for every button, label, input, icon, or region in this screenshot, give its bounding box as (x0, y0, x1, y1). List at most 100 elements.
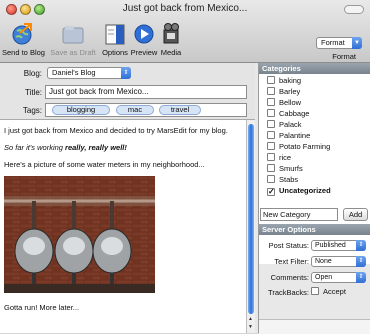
category-item[interactable]: rice (267, 153, 291, 163)
post-status-value: Published (315, 242, 346, 249)
checkbox-icon[interactable] (267, 142, 275, 150)
checkbox-icon[interactable] (267, 109, 275, 117)
editor-window: Just got back from Mexico... Send to Blo… (0, 0, 370, 334)
category-item[interactable]: Smurfs (267, 164, 303, 174)
trackbacks-option[interactable]: Accept (311, 287, 346, 296)
checkbox-icon[interactable] (267, 153, 275, 161)
category-item[interactable]: Bellow (267, 98, 301, 108)
comments-value: Open (315, 274, 333, 281)
tag-token[interactable]: mac (116, 105, 154, 115)
checkbox-icon[interactable] (267, 76, 275, 84)
category-label: rice (279, 153, 292, 162)
format-select-value: Format (321, 38, 345, 47)
water-meters-photo (4, 176, 155, 293)
scroll-up-icon[interactable]: ▲ (248, 316, 253, 322)
body-emphasis: really, really well! (65, 143, 127, 152)
text-filter-label: Text Filter: (274, 257, 309, 266)
toolbar-toggle-button[interactable] (344, 5, 364, 14)
title-label: Title: (24, 88, 42, 97)
media-film-icon (158, 22, 184, 46)
post-status-select[interactable]: Published ⇕ (311, 240, 366, 251)
checkbox-icon[interactable] (267, 175, 275, 183)
category-item[interactable]: Stabs (267, 175, 298, 185)
trackbacks-label: TrackBacks: (268, 288, 309, 297)
category-item[interactable]: ✓ Uncategorized (267, 186, 331, 196)
tags-field[interactable]: blogging mac travel (45, 103, 247, 117)
body-paragraph: So far it's working really, really well! (4, 143, 127, 152)
blog-select[interactable]: Daniel's Blog ⇕ (47, 67, 131, 79)
post-metadata: Blog: Daniel's Blog ⇕ Title: Just got ba… (0, 63, 255, 120)
options-button[interactable]: Options (100, 22, 130, 62)
options-panel-icon (102, 22, 128, 46)
post-status-label: Post Status: (268, 241, 309, 250)
chevron-down-icon: ▼ (352, 37, 362, 49)
checkbox-icon[interactable] (311, 287, 319, 295)
category-label: baking (279, 76, 302, 85)
editor-scrollbar[interactable]: ▲ ▼ (246, 120, 255, 333)
trackbacks-value: Accept (323, 287, 346, 296)
category-label: Uncategorized (279, 186, 331, 195)
options-drawer: Categories baking Barley Bellow Cabbage … (258, 63, 370, 334)
body-text: So far it's working (4, 143, 66, 152)
checkbox-icon[interactable] (267, 120, 275, 128)
preview-button[interactable]: Preview (130, 22, 158, 62)
category-label: Palantine (279, 131, 311, 140)
comments-select[interactable]: Open ⇕ (311, 272, 366, 283)
checkbox-icon[interactable] (267, 98, 275, 106)
options-label: Options (102, 48, 128, 57)
category-item[interactable]: Palack (267, 120, 302, 130)
checkbox-icon[interactable] (267, 131, 275, 139)
body-editor[interactable]: I just got back from Mexico and decided … (0, 120, 246, 333)
close-window-button[interactable] (6, 4, 17, 15)
category-item[interactable]: Potato Farming (267, 142, 330, 152)
text-filter-value: None (315, 258, 332, 265)
chevron-updown-icon: ⇕ (356, 256, 366, 267)
title-input[interactable]: Just got back from Mexico... (45, 85, 247, 99)
checkbox-icon[interactable] (267, 164, 275, 172)
send-to-blog-label: Send to Blog (2, 48, 45, 57)
chevron-updown-icon: ⇕ (356, 240, 366, 251)
new-category-input[interactable]: New Category (260, 208, 338, 221)
category-label: Cabbage (279, 109, 310, 118)
scroll-down-icon[interactable]: ▼ (248, 324, 253, 330)
send-globe-icon (9, 22, 35, 46)
category-label: Stabs (279, 175, 299, 184)
window-title: Just got back from Mexico... (122, 3, 248, 14)
format-label: Format (332, 52, 356, 61)
chevron-updown-icon: ⇕ (121, 67, 131, 79)
drawer-scrollbar[interactable] (259, 319, 370, 334)
format-select[interactable]: Format ▼ (316, 37, 362, 49)
category-item[interactable]: baking (267, 76, 301, 86)
category-list: baking Barley Bellow Cabbage Palack Pala… (259, 74, 370, 264)
blog-select-value: Daniel's Blog (52, 68, 96, 77)
tag-token[interactable]: blogging (52, 105, 110, 115)
tag-token[interactable]: travel (159, 105, 201, 115)
post-editor-pane: Blog: Daniel's Blog ⇕ Title: Just got ba… (0, 63, 255, 333)
body-paragraph: Here's a picture of some water meters in… (4, 160, 205, 169)
category-label: Palack (279, 120, 302, 129)
category-item[interactable]: Barley (267, 87, 300, 97)
text-filter-select[interactable]: None ⇕ (311, 256, 366, 267)
checkmark-icon[interactable]: ✓ (267, 188, 275, 196)
server-options-header: Server Options (259, 224, 370, 235)
save-as-draft-label: Save as Draft (50, 48, 96, 57)
category-label: Potato Farming (279, 142, 331, 151)
send-to-blog-button[interactable]: Send to Blog (2, 22, 45, 62)
category-item[interactable]: Cabbage (267, 109, 309, 119)
checkbox-icon[interactable] (267, 87, 275, 95)
category-label: Bellow (279, 98, 302, 107)
save-as-draft-button[interactable]: Save as Draft (46, 22, 100, 62)
minimize-window-button[interactable] (20, 4, 31, 15)
comments-label: Comments: (270, 273, 309, 282)
zoom-window-button[interactable] (34, 4, 45, 15)
category-label: Barley (279, 87, 301, 96)
blog-label: Blog: (23, 69, 42, 78)
scroll-thumb[interactable] (248, 124, 254, 314)
body-paragraph: Gotta run! More later... (4, 303, 80, 312)
add-category-button[interactable]: Add (343, 208, 368, 221)
category-item[interactable]: Palantine (267, 131, 310, 141)
category-label: Smurfs (279, 164, 303, 173)
draft-folder-icon (60, 22, 86, 46)
media-button[interactable]: Media (158, 22, 184, 62)
preview-label: Preview (130, 48, 158, 57)
